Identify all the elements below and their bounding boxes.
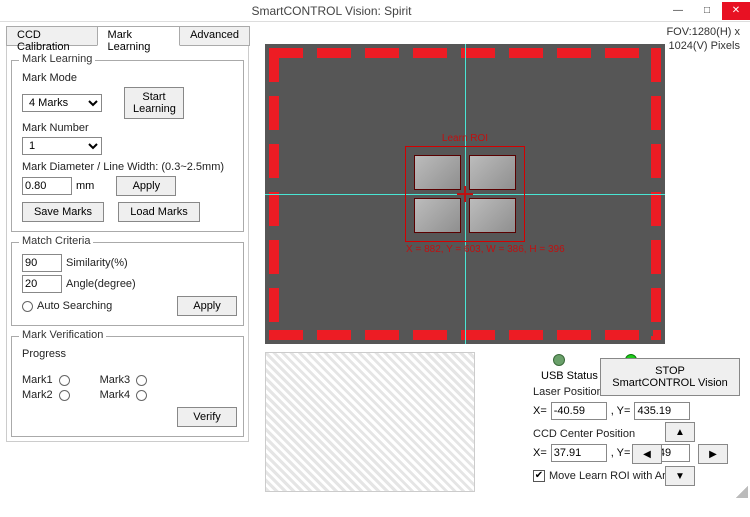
apply-diameter-button[interactable]: Apply: [116, 176, 176, 196]
fov-readout: FOV:1280(H) x 1024(V) Pixels: [666, 26, 740, 54]
label-mark2: Mark2: [22, 389, 53, 401]
label-x: X=: [533, 447, 547, 459]
label-similarity: Similarity(%): [66, 257, 128, 269]
window-title: SmartCONTROL Vision: Spirit: [0, 4, 663, 18]
label-x: X=: [533, 405, 547, 417]
group-match-criteria: Match Criteria Similarity(%) Angle(degre…: [11, 242, 244, 326]
resize-handle[interactable]: [736, 486, 748, 498]
roi-coords: X = 882, Y = 603, W = 386, H = 396: [406, 244, 584, 255]
legend-match-criteria: Match Criteria: [19, 235, 93, 247]
label-mark1: Mark1: [22, 374, 53, 386]
fiducial-square: [469, 155, 516, 190]
fiducial-square: [469, 198, 516, 233]
load-marks-button[interactable]: Load Marks: [118, 202, 200, 222]
label-y: , Y=: [611, 405, 631, 417]
angle-input[interactable]: [22, 275, 62, 293]
mark-diameter-input[interactable]: [22, 177, 72, 195]
arrow-pad: ▲ ▼ ◀ ▶: [620, 422, 740, 492]
arrow-up-button[interactable]: ▲: [665, 422, 695, 442]
laser-y-input[interactable]: [634, 402, 690, 420]
mark3-indicator: [136, 375, 147, 386]
usb-status-led: [553, 354, 565, 366]
label-angle: Angle(degree): [66, 278, 136, 290]
group-mark-verification: Mark Verification Progress Mark1 Mark3 M…: [11, 336, 244, 437]
label-usb-status: USB Status: [541, 370, 598, 382]
label-progress: Progress: [22, 348, 66, 360]
mark2-indicator: [59, 390, 70, 401]
mark4-indicator: [136, 390, 147, 401]
arrow-left-button[interactable]: ◀: [632, 444, 662, 464]
label-mm: mm: [76, 180, 94, 192]
roi-center-cross: [457, 186, 473, 202]
stop-button[interactable]: STOP SmartCONTROL Vision: [600, 358, 740, 396]
legend-mark-learning: Mark Learning: [19, 53, 95, 65]
minimize-button[interactable]: —: [664, 2, 692, 20]
apply-criteria-button[interactable]: Apply: [177, 296, 237, 316]
label-mark-number: Mark Number: [22, 122, 89, 134]
ccd-x-input[interactable]: [551, 444, 607, 462]
legend-mark-verification: Mark Verification: [19, 329, 106, 341]
label-mark4: Mark4: [100, 389, 131, 401]
label-auto-searching: Auto Searching: [37, 300, 112, 312]
arrow-right-button[interactable]: ▶: [698, 444, 728, 464]
mark-number-select[interactable]: 1: [22, 137, 102, 155]
start-learning-button[interactable]: Start Learning: [124, 87, 184, 119]
tab-ccd-calibration[interactable]: CCD Calibration: [6, 26, 98, 46]
tab-advanced[interactable]: Advanced: [179, 26, 250, 46]
mark1-indicator: [59, 375, 70, 386]
label-laser-position: Laser Position: [533, 386, 603, 398]
arrow-down-button[interactable]: ▼: [665, 466, 695, 486]
label-mark-mode: Mark Mode: [22, 72, 77, 84]
save-marks-button[interactable]: Save Marks: [22, 202, 104, 222]
group-mark-learning: Mark Learning Mark Mode 4 Marks Start Le…: [11, 60, 244, 232]
fiducial-square: [414, 155, 461, 190]
similarity-input[interactable]: [22, 254, 62, 272]
close-button[interactable]: ✕: [722, 2, 750, 20]
camera-view[interactable]: Learn ROI X = 882, Y = 603, W = 386, H =…: [265, 44, 665, 344]
secondary-panel: [265, 352, 475, 492]
label-mark3: Mark3: [100, 374, 131, 386]
tab-mark-learning[interactable]: Mark Learning: [97, 26, 181, 46]
laser-x-input[interactable]: [551, 402, 607, 420]
auto-searching-radio[interactable]: [22, 301, 33, 312]
roi-label: Learn ROI: [442, 133, 488, 144]
fiducial-square: [414, 198, 461, 233]
maximize-button[interactable]: □: [693, 2, 721, 20]
move-roi-checkbox[interactable]: ✔: [533, 470, 545, 482]
mark-mode-select[interactable]: 4 Marks: [22, 94, 102, 112]
verify-button[interactable]: Verify: [177, 407, 237, 427]
learn-roi[interactable]: Learn ROI X = 882, Y = 603, W = 386, H =…: [405, 146, 525, 242]
label-mark-diameter: Mark Diameter / Line Width: (0.3~2.5mm): [22, 161, 224, 173]
